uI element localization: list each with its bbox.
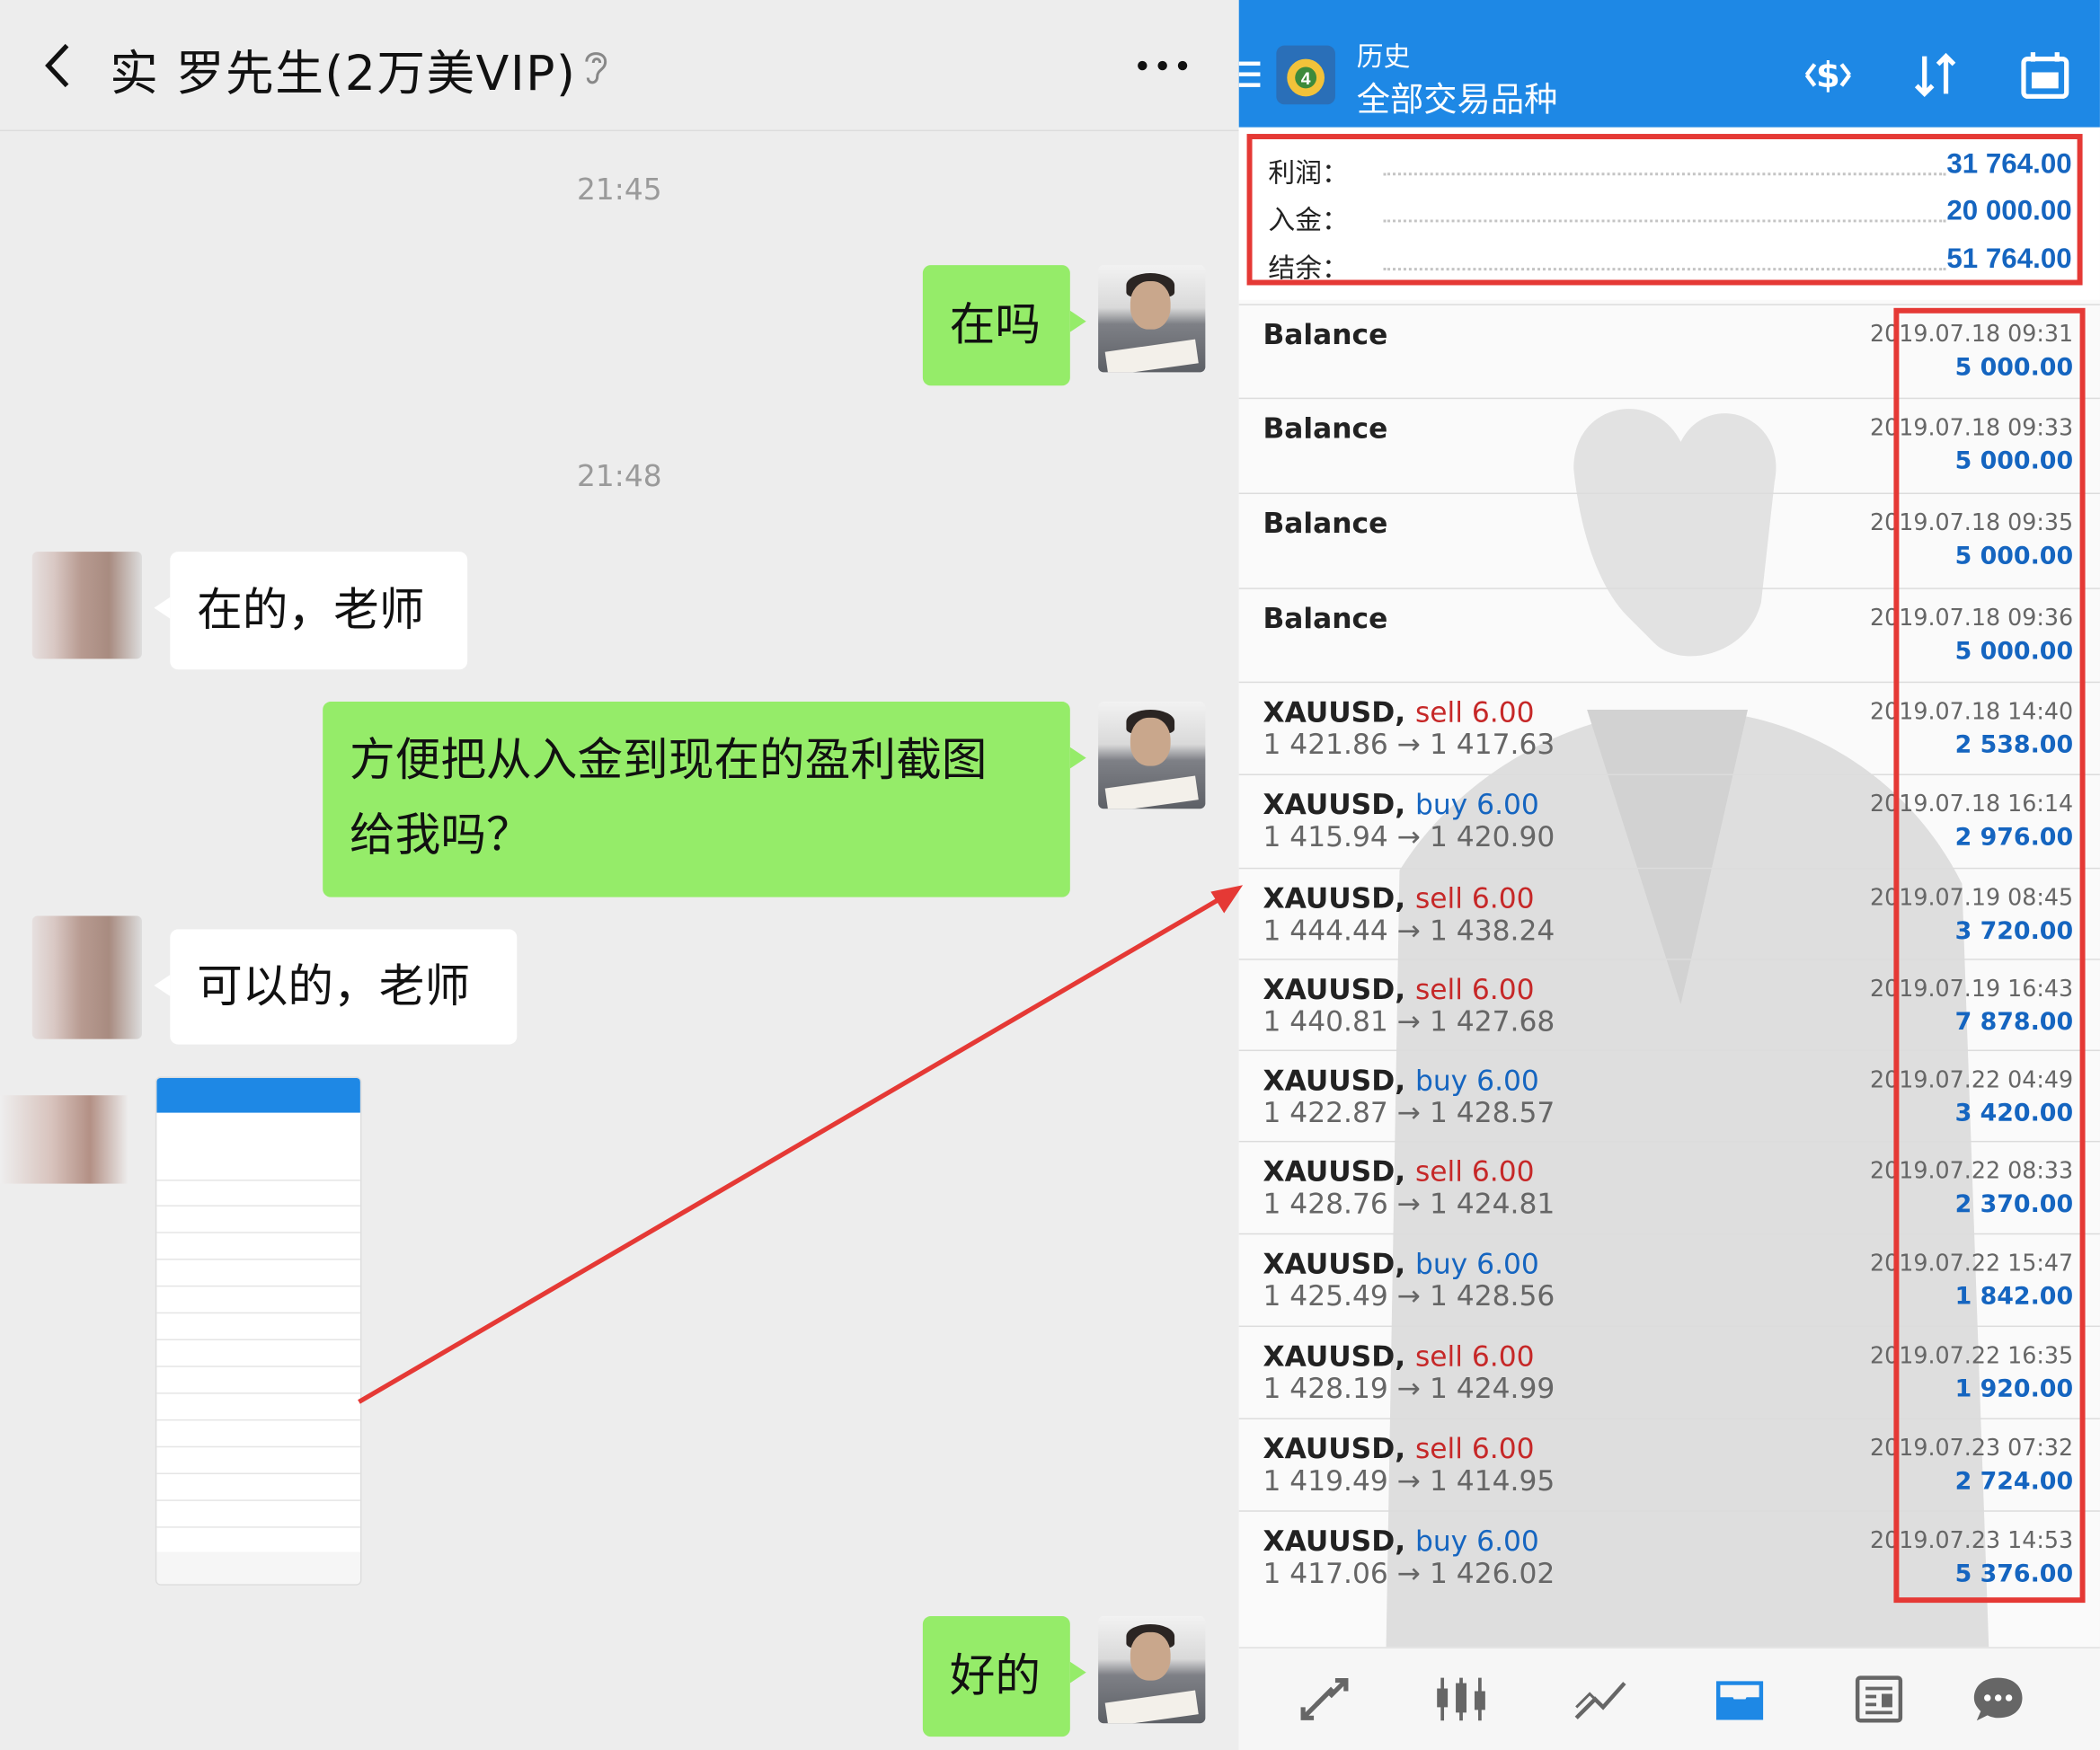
buy-lots: buy 6.00: [1414, 1525, 1539, 1558]
row-prices: 1 428.76 → 1 424.81: [1263, 1188, 1555, 1220]
news-icon[interactable]: [1849, 1673, 1909, 1727]
appbar-subtitle[interactable]: 全部交易品种: [1357, 74, 1558, 122]
message-text: 在吗: [949, 298, 1041, 353]
message-text: 可以的，老师: [197, 959, 471, 1014]
peer-avatar[interactable]: [31, 552, 142, 659]
row-symbol: Balance: [1263, 412, 1387, 445]
row-symbol: XAUUSD, sell 6.00: [1263, 882, 1534, 915]
more-icon[interactable]: [1136, 59, 1190, 73]
symbol-text: Balance: [1263, 507, 1388, 540]
symbol-text: XAUUSD,: [1263, 882, 1406, 915]
message-bubble-mine[interactable]: 在吗: [922, 265, 1086, 386]
sell-lots: sell 6.00: [1414, 696, 1535, 729]
calendar-icon[interactable]: [2016, 49, 2075, 102]
peer-avatar[interactable]: [0, 1095, 129, 1184]
back-icon[interactable]: [38, 40, 84, 92]
row-prices: 1 419.49 → 1 414.95: [1263, 1464, 1555, 1498]
row-prices: 1 421.86 → 1 417.63: [1263, 728, 1555, 761]
screenshot-thumbnail[interactable]: [155, 1076, 362, 1586]
row-prices: 1 422.87 → 1 428.57: [1263, 1096, 1555, 1129]
sell-lots: sell 6.00: [1414, 973, 1535, 1006]
chart-icon[interactable]: [1571, 1673, 1630, 1727]
message-bubble-peer[interactable]: 在的，老师: [154, 552, 468, 670]
symbol-text: XAUUSD,: [1263, 973, 1406, 1006]
buy-lots: buy 6.00: [1414, 1248, 1539, 1280]
my-avatar[interactable]: [1098, 1616, 1206, 1724]
mt4-appbar: 4 历史 全部交易品种 $: [1238, 0, 2100, 128]
symbol-text: XAUUSD,: [1263, 788, 1406, 821]
symbol-text: XAUUSD,: [1263, 1432, 1406, 1465]
mt4-history-panel: 4 历史 全部交易品种 $ 利润： 31 764.00 入金： 20 000.0…: [1238, 0, 2100, 1750]
svg-text:4: 4: [1301, 69, 1311, 89]
ear-icon: [585, 52, 607, 84]
row-symbol: XAUUSD, sell 6.00: [1263, 696, 1534, 729]
chat-header: 实 罗先生(2万美VIP): [0, 0, 1239, 132]
my-avatar[interactable]: [1098, 702, 1206, 809]
thumbnail-rows: [156, 1181, 360, 1555]
message-bubble-mine[interactable]: 方便把从入金到现在的盈利截图 给我吗？: [323, 702, 1086, 897]
row-symbol: XAUUSD, buy 6.00: [1263, 789, 1538, 821]
symbol-text: Balance: [1263, 318, 1388, 351]
chat-title: 实 罗先生(2万美VIP): [110, 47, 577, 102]
row-prices: 1 425.49 → 1 428.56: [1263, 1279, 1555, 1312]
buy-lots: buy 6.00: [1414, 788, 1539, 821]
history-icon[interactable]: [1710, 1673, 1769, 1727]
mt4-logo-icon: 4: [1276, 45, 1335, 105]
row-symbol: Balance: [1263, 319, 1387, 351]
trade-icon[interactable]: [1295, 1673, 1354, 1727]
message-text-line: 给我吗？: [349, 809, 532, 862]
thumbnail-summary: [156, 1113, 360, 1181]
row-symbol: Balance: [1263, 603, 1387, 635]
quotes-icon[interactable]: [1431, 1673, 1491, 1727]
message-bubble-peer[interactable]: 可以的，老师: [154, 929, 518, 1045]
timestamp: 21:48: [577, 460, 662, 494]
sell-lots: sell 6.00: [1414, 882, 1535, 915]
timestamp: 21:45: [577, 173, 662, 208]
message-bubble-mine[interactable]: 好的: [922, 1616, 1086, 1737]
row-prices: 1 415.94 → 1 420.90: [1263, 820, 1555, 853]
appbar-title: 历史: [1356, 40, 1411, 73]
symbol-text: XAUUSD,: [1263, 1155, 1406, 1189]
row-symbol: XAUUSD, sell 6.00: [1263, 974, 1534, 1006]
message-text: 好的: [949, 1649, 1041, 1703]
thumbnail-appbar: [156, 1077, 360, 1113]
row-symbol: XAUUSD, sell 6.00: [1263, 1433, 1534, 1465]
summary-highlight-box: [1246, 134, 2083, 286]
row-symbol: XAUUSD, sell 6.00: [1263, 1155, 1534, 1188]
message-text-line: 方便把从入金到现在的盈利截图: [349, 733, 988, 788]
svg-text:$: $: [1816, 56, 1840, 96]
sell-lots: sell 6.00: [1414, 1339, 1535, 1373]
row-prices: 1 440.81 → 1 427.68: [1263, 1005, 1555, 1039]
row-symbol: XAUUSD, buy 6.00: [1263, 1525, 1538, 1558]
buy-lots: buy 6.00: [1414, 1064, 1539, 1097]
menu-icon[interactable]: [1238, 59, 1261, 92]
row-symbol: XAUUSD, buy 6.00: [1263, 1065, 1538, 1097]
peer-avatar[interactable]: [31, 915, 142, 1039]
row-symbol: Balance: [1263, 508, 1387, 540]
symbol-text: Balance: [1263, 412, 1388, 445]
message-text: 在的，老师: [197, 583, 425, 638]
row-symbol: XAUUSD, sell 6.00: [1263, 1340, 1534, 1373]
symbol-text: XAUUSD,: [1263, 1064, 1406, 1097]
bottom-navigation: [1238, 1647, 2100, 1750]
symbol-text: XAUUSD,: [1263, 696, 1406, 729]
row-symbol: XAUUSD, buy 6.00: [1263, 1248, 1538, 1280]
thumbnail-nav: [156, 1551, 360, 1585]
my-avatar[interactable]: [1098, 265, 1206, 373]
currency-filter-icon[interactable]: $: [1799, 49, 1858, 102]
row-prices: 1 417.06 → 1 426.02: [1263, 1557, 1555, 1590]
row-prices: 1 428.19 → 1 424.99: [1263, 1372, 1555, 1405]
symbol-text: XAUUSD,: [1263, 1248, 1406, 1280]
profit-column-highlight-box: [1893, 307, 2086, 1604]
symbol-text: XAUUSD,: [1263, 1339, 1406, 1373]
chat-icon[interactable]: [1969, 1673, 2028, 1727]
row-prices: 1 444.44 → 1 438.24: [1263, 915, 1555, 947]
symbol-text: XAUUSD,: [1263, 1525, 1406, 1558]
sell-lots: sell 6.00: [1414, 1432, 1535, 1465]
chat-panel: 实 罗先生(2万美VIP) 21:45 在吗 21:48 在的，老师 方便把从入…: [0, 0, 1239, 1750]
symbol-text: Balance: [1263, 602, 1388, 635]
sort-icon[interactable]: [1906, 49, 1965, 102]
sell-lots: sell 6.00: [1414, 1155, 1535, 1189]
